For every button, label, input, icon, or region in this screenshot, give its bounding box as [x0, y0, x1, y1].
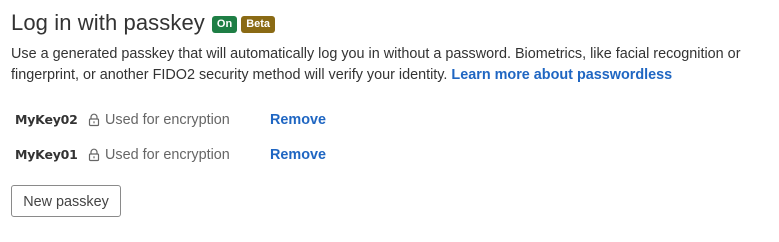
- section-title: Log in with passkey: [11, 10, 205, 35]
- remove-passkey-button[interactable]: Remove: [270, 147, 326, 163]
- passkey-row: MyKey02 Used for encryption Remove: [11, 102, 771, 137]
- usage-text: Used for encryption: [105, 146, 230, 163]
- passkey-name: MyKey02: [15, 112, 78, 127]
- new-passkey-button[interactable]: New passkey: [11, 185, 121, 217]
- passkey-list: MyKey02 Used for encryption Remove MyKey…: [11, 102, 771, 172]
- usage-text: Used for encryption: [105, 111, 230, 128]
- passkey-row: MyKey01 Used for encryption Remove: [11, 137, 771, 172]
- passkey-usage: Used for encryption: [87, 147, 270, 163]
- passkey-name: MyKey01: [15, 147, 78, 162]
- lock-icon: [88, 113, 100, 126]
- section-description: Use a generated passkey that will automa…: [11, 44, 771, 86]
- status-badge-beta: Beta: [241, 15, 276, 33]
- learn-more-link[interactable]: Learn more about passwordless: [451, 67, 672, 83]
- passkey-usage: Used for encryption: [87, 112, 270, 128]
- lock-icon: [88, 148, 100, 161]
- passkey-section: Log in with passkey On Beta Use a genera…: [11, 8, 771, 172]
- title-row: Log in with passkey On Beta: [11, 8, 771, 38]
- remove-passkey-button[interactable]: Remove: [270, 112, 326, 128]
- status-badge-on: On: [211, 15, 238, 33]
